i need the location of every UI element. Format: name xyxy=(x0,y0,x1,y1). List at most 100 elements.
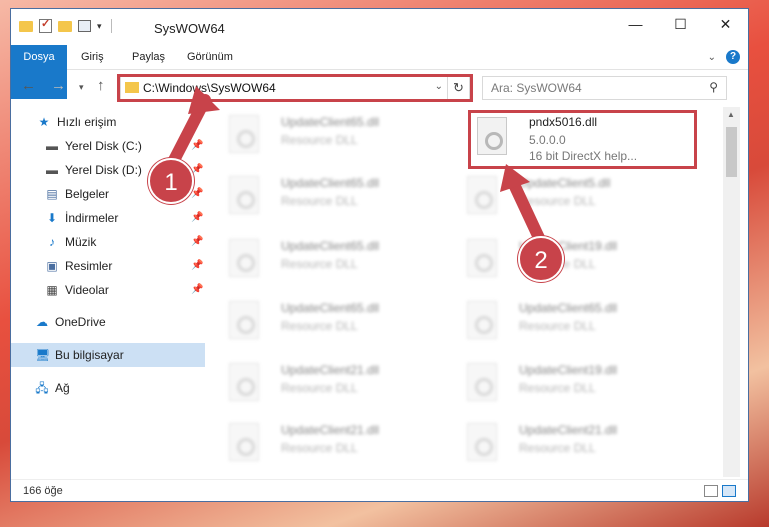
properties-check-icon[interactable] xyxy=(39,17,52,33)
title-bar: ▾ SysWOW64 — ☐ ✕ xyxy=(11,9,748,45)
file-type: Resource DLL xyxy=(281,381,358,395)
step-badge-2: 2 xyxy=(518,236,564,282)
network-icon: 🖧 xyxy=(35,381,49,395)
window-controls: — ☐ ✕ xyxy=(613,9,748,39)
sidebar-item-label: Yerel Disk (C:) xyxy=(65,139,142,153)
file-type: Resource DLL xyxy=(281,133,358,147)
file-type: Resource DLL xyxy=(519,319,596,333)
file-item[interactable]: UpdateClient65.dll Resource DLL xyxy=(217,295,437,349)
dll-file-icon xyxy=(467,423,497,461)
tab-view[interactable]: Görünüm xyxy=(187,45,233,70)
properties-icon[interactable] xyxy=(78,20,91,32)
file-type: Resource DLL xyxy=(281,257,358,271)
dll-file-icon xyxy=(229,239,259,277)
file-name: UpdateClient21.dll xyxy=(281,363,380,377)
up-arrow-icon[interactable]: ↑ xyxy=(97,77,105,94)
file-type: Resource DLL xyxy=(281,319,358,333)
vertical-scrollbar[interactable]: ▲ xyxy=(723,107,740,477)
sidebar-item-music[interactable]: ♪ Müzik xyxy=(45,231,96,253)
sidebar-item-label: Bu bilgisayar xyxy=(55,348,124,362)
forward-arrow-icon[interactable]: → xyxy=(51,77,66,94)
computer-icon: 🖥 xyxy=(35,348,51,362)
sidebar-item-label: Ağ xyxy=(55,381,70,395)
maximize-button[interactable]: ☐ xyxy=(658,9,703,39)
sidebar-item-this-pc[interactable]: 🖥 Bu bilgisayar xyxy=(35,344,124,366)
file-item[interactable]: UpdateClient65.dll Resource DLL xyxy=(217,233,437,287)
search-box[interactable]: Ara: SysWOW64 ⚲ xyxy=(482,76,727,100)
tab-share[interactable]: Paylaş xyxy=(132,45,165,70)
star-icon: ★ xyxy=(38,115,50,129)
file-item[interactable]: UpdateClient65.dll Resource DLL xyxy=(217,170,437,224)
file-name: UpdateClient65.dll xyxy=(519,301,618,315)
file-item[interactable]: UpdateClient65.dll Resource DLL xyxy=(217,109,437,163)
drive-icon: ▬ xyxy=(46,163,58,177)
back-arrow-icon[interactable]: ← xyxy=(21,77,36,94)
pin-icon[interactable]: 📌 xyxy=(191,212,203,223)
sidebar-item-onedrive[interactable]: ☁ OneDrive xyxy=(35,311,106,333)
pin-icon[interactable]: 📌 xyxy=(191,236,203,247)
search-icon[interactable]: ⚲ xyxy=(709,80,718,94)
details-view-icon[interactable] xyxy=(704,485,718,497)
file-highlight-box xyxy=(468,110,697,169)
file-name: UpdateClient65.dll xyxy=(281,239,380,253)
sidebar-item-pictures[interactable]: ▣ Resimler xyxy=(45,255,112,277)
file-item[interactable]: UpdateClient65.dll Resource DLL xyxy=(455,295,675,349)
file-item[interactable]: UpdateClient19.dll Resource DLL xyxy=(455,357,675,411)
sidebar-item-documents[interactable]: ▤ Belgeler xyxy=(45,183,109,205)
sidebar-item-network[interactable]: 🖧 Ağ xyxy=(35,377,70,399)
item-count: 166 öğe xyxy=(23,485,63,497)
expand-ribbon-chevron-icon[interactable]: ⌄ xyxy=(708,52,716,63)
sidebar-item-videos[interactable]: ▦ Videolar xyxy=(45,279,109,301)
navigation-bar: ← → ▾ ↑ C:\Windows\SysWOW64 ⌄ ↻ Ara: Sys… xyxy=(11,71,748,103)
file-item[interactable]: UpdateClient21.dll Resource DLL xyxy=(217,357,437,411)
dll-file-icon xyxy=(229,115,259,153)
dll-file-icon xyxy=(467,301,497,339)
customize-toolbar-chevron-icon[interactable]: ▾ xyxy=(97,21,102,32)
drive-icon: ▬ xyxy=(46,139,58,153)
sidebar-item-drive-d[interactable]: ▬ Yerel Disk (D:) xyxy=(45,159,142,181)
pin-icon[interactable]: 📌 xyxy=(191,188,203,199)
file-type: Resource DLL xyxy=(519,441,596,455)
videos-icon: ▦ xyxy=(46,283,58,297)
sidebar-item-downloads[interactable]: ⬇ İndirmeler xyxy=(45,207,118,229)
file-item[interactable]: UpdateClient21.dll Resource DLL xyxy=(217,417,437,471)
step-badge-1: 1 xyxy=(148,158,194,204)
recent-locations-chevron-icon[interactable]: ▾ xyxy=(79,82,84,93)
scrollbar-thumb[interactable] xyxy=(726,127,737,177)
sidebar-item-quick-access[interactable]: ★ Hızlı erişim xyxy=(37,111,117,133)
view-toggle xyxy=(704,485,736,497)
file-type: Resource DLL xyxy=(519,381,596,395)
file-type: Resource DLL xyxy=(519,194,596,208)
sidebar-item-label: Videolar xyxy=(65,283,109,297)
scroll-up-icon[interactable]: ▲ xyxy=(727,110,735,119)
sidebar-item-drive-c[interactable]: ▬ Yerel Disk (C:) xyxy=(45,135,142,157)
music-icon: ♪ xyxy=(49,235,55,249)
file-item[interactable]: UpdateClient5.dll Resource DLL xyxy=(455,170,675,224)
sidebar-item-label: Hızlı erişim xyxy=(57,115,117,129)
documents-icon: ▤ xyxy=(46,187,58,201)
large-icons-view-icon[interactable] xyxy=(722,485,736,497)
quick-access-toolbar: ▾ xyxy=(19,17,115,33)
window-title: SysWOW64 xyxy=(154,21,225,36)
file-name: UpdateClient65.dll xyxy=(281,301,380,315)
pin-icon[interactable]: 📌 xyxy=(191,260,203,271)
dll-file-icon xyxy=(229,423,259,461)
close-button[interactable]: ✕ xyxy=(703,9,748,39)
explorer-window: ▾ SysWOW64 — ☐ ✕ Dosya Giriş Paylaş Görü… xyxy=(10,8,749,502)
ribbon-right-controls: ⌄ ? xyxy=(708,50,740,64)
sidebar-item-label: Belgeler xyxy=(65,187,110,201)
sidebar-item-label: Yerel Disk (D:) xyxy=(65,163,142,177)
file-name: UpdateClient5.dll xyxy=(519,176,611,190)
pin-icon[interactable]: 📌 xyxy=(191,140,203,151)
cloud-icon: ☁ xyxy=(36,315,48,329)
file-name: UpdateClient21.dll xyxy=(281,423,380,437)
file-item[interactable]: UpdateClient19.dll Resource DLL xyxy=(455,233,675,287)
minimize-button[interactable]: — xyxy=(613,9,658,39)
help-icon[interactable]: ? xyxy=(726,50,740,64)
downloads-icon: ⬇ xyxy=(46,211,58,225)
new-folder-icon[interactable] xyxy=(58,20,72,32)
tab-home[interactable]: Giriş xyxy=(81,45,104,70)
pin-icon[interactable]: 📌 xyxy=(191,284,203,295)
dll-file-icon xyxy=(467,239,497,277)
file-item[interactable]: UpdateClient21.dll Resource DLL xyxy=(455,417,675,471)
